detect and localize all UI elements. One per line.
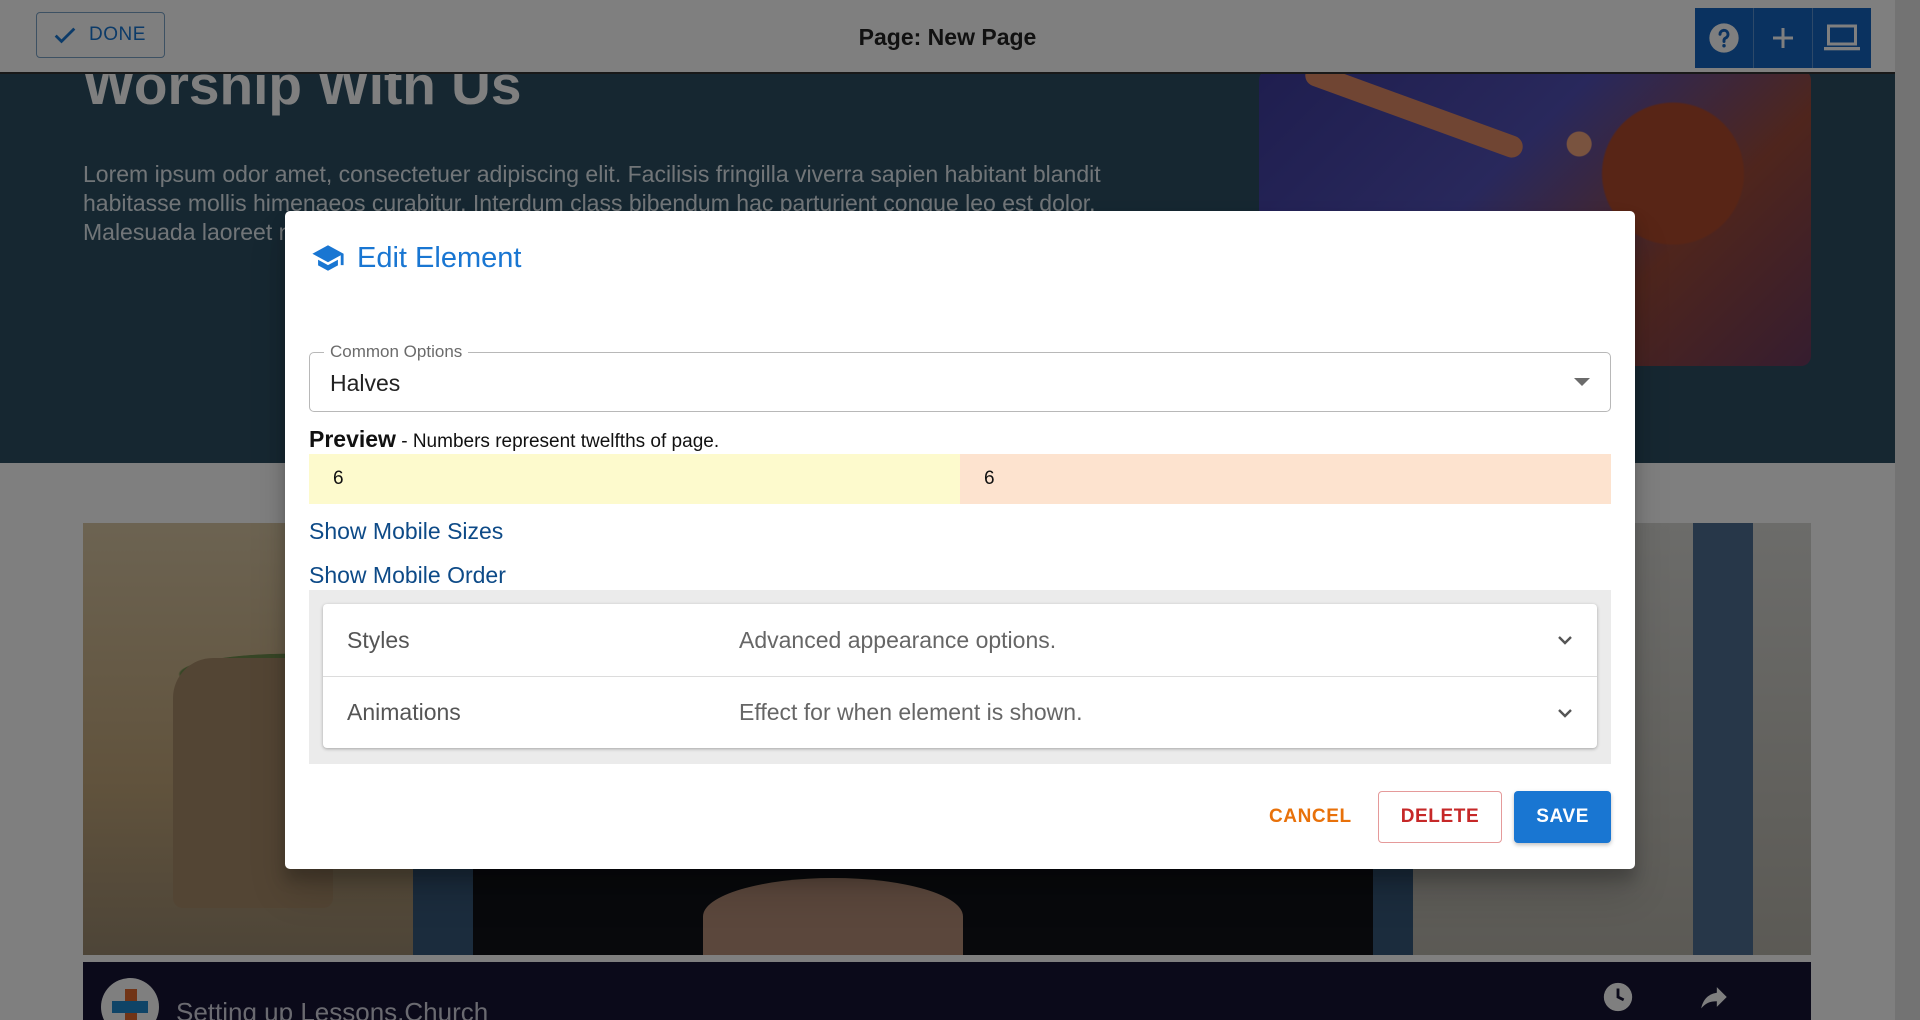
save-button[interactable]: SAVE: [1514, 791, 1611, 843]
expand-more-icon: [1558, 709, 1572, 718]
edit-element-dialog: Edit Element Common Options Halves Previ…: [285, 211, 1635, 869]
column-preview: 6 6: [309, 454, 1611, 504]
common-options-select[interactable]: Common Options Halves: [309, 342, 1611, 412]
show-mobile-order-link[interactable]: Show Mobile Order: [309, 562, 506, 589]
accordion: Styles Advanced appearance options. Anim…: [323, 604, 1597, 748]
accordion-description: Effect for when element is shown.: [739, 699, 1083, 725]
accordion-description: Advanced appearance options.: [739, 626, 1057, 653]
common-options-value: Halves: [330, 370, 401, 396]
accordion-title: Styles: [347, 626, 410, 653]
accordion-styles[interactable]: Styles Advanced appearance options.: [323, 604, 1597, 676]
delete-button[interactable]: DELETE: [1377, 791, 1503, 843]
accordion-animations[interactable]: Animations Effect for when element is sh…: [323, 676, 1597, 748]
accordion-title: Animations: [347, 699, 461, 725]
preview-hint: - Numbers represent twelfths of page.: [395, 431, 720, 452]
school-icon: [312, 245, 344, 271]
preview-heading: Preview - Numbers represent twelfths of …: [309, 426, 719, 453]
dialog-actions: CANCEL DELETE SAVE: [1254, 791, 1611, 843]
dialog-title: Edit Element: [357, 241, 522, 274]
accordion-container: Styles Advanced appearance options. Anim…: [309, 590, 1611, 764]
expand-more-icon: [1558, 636, 1572, 645]
preview-column: 6: [309, 454, 960, 504]
cancel-button[interactable]: CANCEL: [1254, 791, 1366, 843]
preview-column: 6: [960, 454, 1611, 504]
show-mobile-sizes-link[interactable]: Show Mobile Sizes: [309, 518, 503, 545]
common-options-label: Common Options: [324, 342, 469, 362]
dropdown-arrow-icon: [1574, 378, 1590, 386]
preview-label: Preview: [309, 426, 396, 452]
dialog-header: Edit Element: [311, 241, 521, 275]
